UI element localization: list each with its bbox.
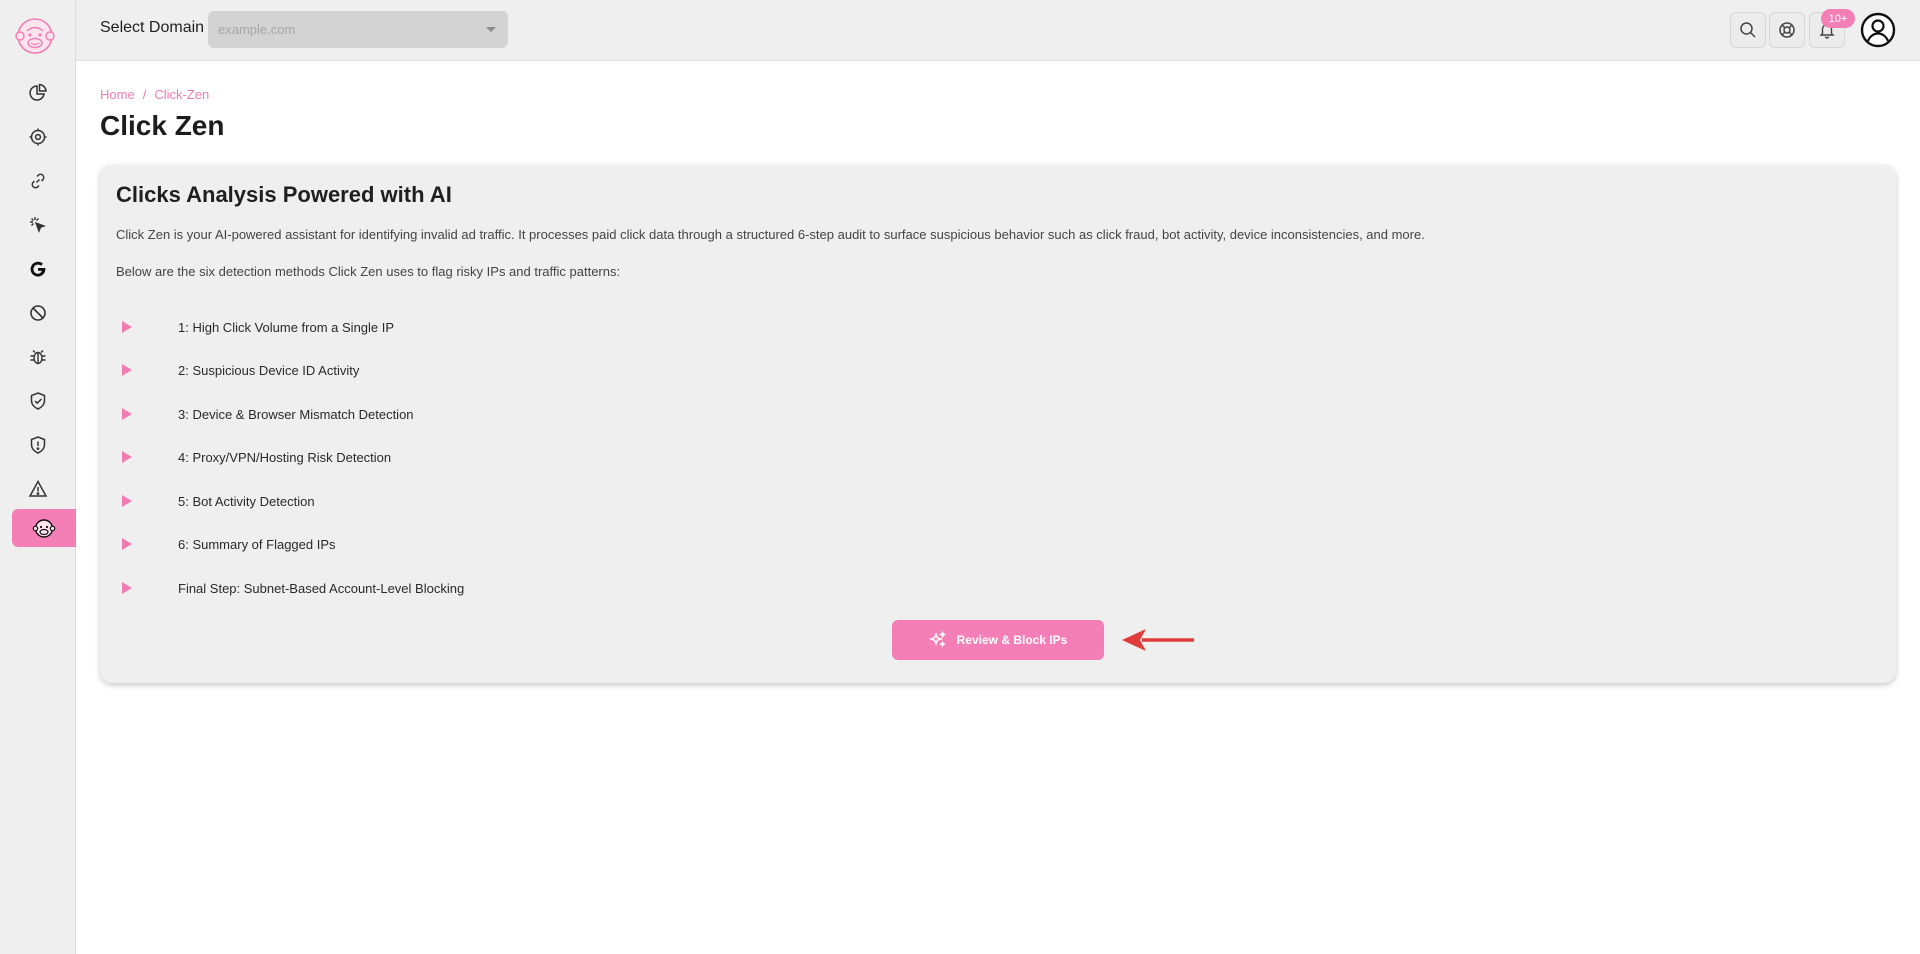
sidebar-item-protection[interactable] [0, 382, 76, 420]
card-title: Clicks Analysis Powered with AI [116, 182, 452, 207]
breadcrumb-separator: / [142, 87, 147, 102]
breadcrumb-current[interactable]: Click-Zen [154, 87, 209, 102]
monkey-icon [32, 519, 56, 538]
step-label: 4: Proxy/VPN/Hosting Risk Detection [178, 449, 392, 465]
expand-triangle-icon [122, 538, 132, 550]
expand-triangle-icon [122, 582, 132, 594]
warning-icon [28, 479, 48, 497]
step-label: 1: High Click Volume from a Single IP [178, 319, 395, 335]
card-subtitle: Below are the six detection methods Clic… [116, 264, 621, 279]
chevron-down-icon [486, 27, 496, 32]
user-avatar-icon[interactable] [1860, 12, 1896, 48]
review-block-ips-label: Review & Block IPs [956, 633, 1068, 647]
click-zen-card: Clicks Analysis Powered with AI Click Ze… [100, 165, 1896, 683]
sidebar-item-settings[interactable] [0, 118, 76, 156]
domain-select[interactable] [208, 11, 508, 48]
expand-triangle-icon [122, 364, 132, 376]
step-item[interactable]: 1: High Click Volume from a Single IP [122, 315, 394, 339]
expand-triangle-icon [122, 451, 132, 463]
sidebar-item-google[interactable] [0, 250, 76, 288]
breadcrumb: Home / Click-Zen [100, 87, 209, 102]
top-header: Select Domain [76, 0, 1920, 61]
step-label: 5: Bot Activity Detection [178, 493, 315, 509]
domain-label: Select Domain [100, 19, 205, 36]
link-icon [31, 173, 45, 189]
sidebar-item-click-zen[interactable] [12, 509, 76, 547]
expand-triangle-icon [122, 495, 132, 507]
step-label: 3: Device & Browser Mismatch Detection [178, 406, 414, 422]
sidebar-item-blocked[interactable] [0, 294, 76, 332]
sidebar-item-alerts[interactable] [0, 470, 76, 508]
step-label: Final Step: Subnet-Based Account-Level B… [178, 580, 465, 596]
bug-icon [30, 350, 46, 365]
pie-chart-icon [29, 83, 47, 101]
search-button[interactable] [1730, 12, 1766, 48]
annotation-arrow-icon [1122, 629, 1194, 651]
expand-triangle-icon [122, 408, 132, 420]
sparkles-icon [928, 631, 946, 648]
sidebar-item-dashboard[interactable] [0, 74, 76, 112]
page-title: Click Zen [100, 110, 225, 141]
lifebuoy-icon [1779, 22, 1795, 38]
step-item[interactable]: 4: Proxy/VPN/Hosting Risk Detection [122, 445, 391, 469]
step-item[interactable]: 5: Bot Activity Detection [122, 489, 315, 513]
expand-triangle-icon [122, 321, 132, 333]
review-block-ips-button[interactable]: Review & Block IPs [892, 620, 1104, 660]
shield-alert-icon [30, 436, 46, 454]
sidebar-item-links[interactable] [0, 162, 76, 200]
sidebar-item-threats[interactable] [0, 426, 76, 464]
step-item[interactable]: 6: Summary of Flagged IPs [122, 532, 336, 556]
settings-icon [29, 128, 47, 146]
step-label: 6: Summary of Flagged IPs [178, 536, 336, 552]
sidebar-item-clicks[interactable] [0, 206, 76, 244]
step-label: 2: Suspicious Device ID Activity [178, 362, 360, 378]
sidebar-item-bots[interactable] [0, 338, 76, 376]
breadcrumb-home-link[interactable]: Home [100, 87, 135, 102]
search-icon [1740, 22, 1756, 38]
sidebar [0, 0, 76, 954]
shield-check-icon [30, 392, 46, 410]
click-pointer-icon [30, 217, 47, 233]
step-item[interactable]: Final Step: Subnet-Based Account-Level B… [122, 576, 464, 600]
step-item[interactable]: 3: Device & Browser Mismatch Detection [122, 402, 414, 426]
card-description: Click Zen is your AI-powered assistant f… [116, 227, 1425, 242]
monkey-logo-icon[interactable] [14, 14, 56, 56]
help-button[interactable] [1769, 12, 1805, 48]
notification-badge: 10+ [1821, 9, 1855, 28]
block-icon [30, 305, 46, 321]
domain-select-input[interactable] [208, 11, 508, 48]
step-item[interactable]: 2: Suspicious Device ID Activity [122, 358, 359, 382]
google-icon [30, 261, 46, 277]
